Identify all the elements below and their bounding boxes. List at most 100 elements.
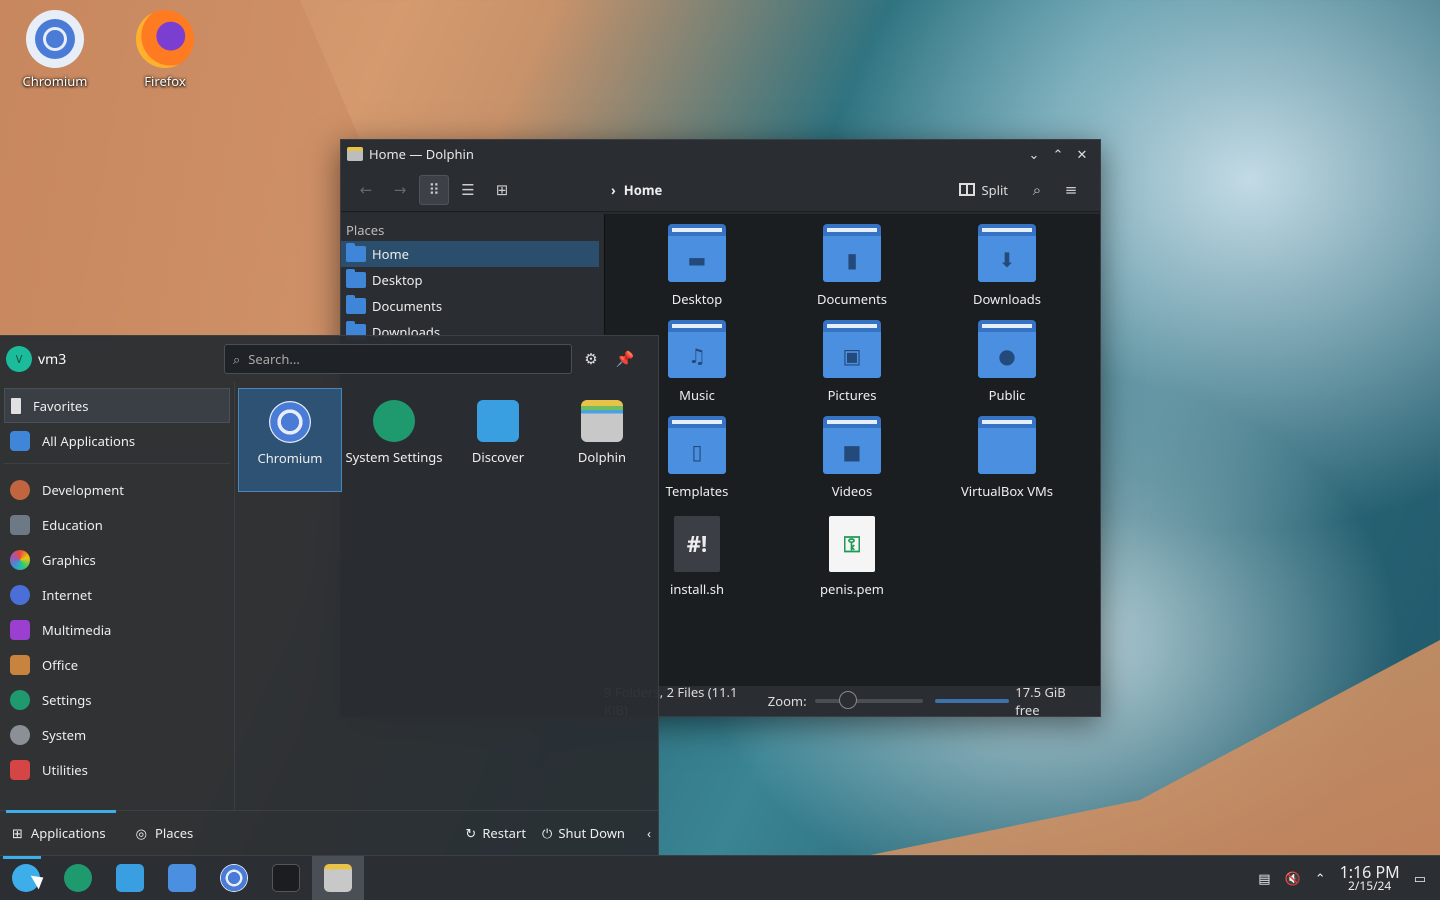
dolphin-app-icon: [347, 147, 363, 161]
file-label: Pictures: [827, 386, 877, 404]
more-power-options-button[interactable]: ‹: [647, 824, 651, 842]
file-item-virtualbox-vms[interactable]: VirtualBox VMs: [947, 416, 1067, 500]
shopping-bag-icon: [477, 400, 519, 442]
file-item-desktop[interactable]: ▬ Desktop: [637, 224, 757, 308]
details-view-button[interactable]: ⊞: [487, 175, 517, 205]
file-item-downloads[interactable]: ⬇ Downloads: [947, 224, 1067, 308]
settings-wrench-icon: [373, 400, 415, 442]
grid-icon: ⊞: [12, 824, 23, 842]
favorite-label: System Settings: [345, 448, 443, 466]
file-item-pem[interactable]: ⚿ penis.pem: [792, 516, 912, 598]
place-label: Desktop: [372, 271, 423, 289]
file-label: VirtualBox VMs: [960, 482, 1054, 500]
taskbar-chromium[interactable]: [208, 856, 260, 900]
category-settings[interactable]: Settings: [4, 682, 230, 717]
category-label: Development: [42, 480, 124, 499]
desktop-icon-chromium[interactable]: Chromium: [10, 10, 100, 90]
forward-button[interactable]: →: [385, 175, 415, 205]
file-item-documents[interactable]: ▮ Documents: [792, 224, 912, 308]
category-label: Education: [42, 515, 103, 534]
favorite-chromium[interactable]: Chromium: [238, 388, 342, 492]
configure-button[interactable]: ⚙: [576, 344, 606, 374]
file-label: Videos: [831, 482, 873, 500]
clipboard-icon[interactable]: ▤: [1258, 869, 1270, 887]
category-all-applications[interactable]: All Applications: [4, 423, 230, 458]
category-system[interactable]: System: [4, 717, 230, 752]
avatar[interactable]: V: [6, 346, 32, 372]
icons-view-button[interactable]: ⠿: [419, 174, 449, 205]
desktop-icon-firefox[interactable]: Firefox: [120, 10, 210, 90]
clock[interactable]: 1:16 PM 2/15/24: [1340, 864, 1400, 892]
category-label: Graphics: [42, 550, 96, 569]
tab-places[interactable]: ◎ Places: [132, 811, 198, 856]
file-view[interactable]: ▬ Desktop ▮ Documents ⬇ Downloads ♫ Music ▣ P…: [604, 214, 1100, 686]
favorite-dolphin[interactable]: Dolphin: [550, 388, 654, 492]
category-utilities[interactable]: Utilities: [4, 752, 230, 787]
favorite-discover[interactable]: Discover: [446, 388, 550, 492]
application-launcher: V vm3 ⌕ Search... ⚙ 📌 Favorites All Appl…: [0, 335, 659, 855]
shutdown-label: Shut Down: [558, 824, 625, 842]
pin-button[interactable]: 📌: [610, 344, 640, 374]
back-button[interactable]: ←: [351, 175, 381, 205]
chevron-left-icon: ‹: [646, 824, 651, 842]
file-item-pictures[interactable]: ▣ Pictures: [792, 320, 912, 404]
breadcrumb[interactable]: › Home: [611, 181, 959, 199]
favorite-system-settings[interactable]: System Settings: [342, 388, 446, 492]
place-item-documents[interactable]: Documents: [341, 293, 599, 319]
breadcrumb-home[interactable]: Home: [624, 181, 663, 199]
restart-button[interactable]: ↻ Restart: [465, 824, 526, 842]
file-label: penis.pem: [820, 580, 884, 598]
search-button[interactable]: ⌕: [1022, 175, 1052, 205]
launcher-button[interactable]: [0, 855, 52, 900]
taskbar-terminal[interactable]: [260, 856, 312, 900]
palette-icon: [10, 549, 30, 570]
taskbar-discover[interactable]: [104, 856, 156, 900]
taskbar: ▤ 🔇 ⌃ 1:16 PM 2/15/24 ▭: [0, 855, 1440, 900]
search-input[interactable]: ⌕ Search...: [224, 344, 572, 374]
tab-applications[interactable]: ⊞ Applications: [6, 809, 116, 856]
place-item-home[interactable]: Home: [341, 241, 599, 267]
maximize-button[interactable]: ⌃: [1046, 145, 1070, 163]
category-internet[interactable]: Internet: [4, 577, 230, 612]
dolphin-app-icon: [581, 400, 623, 442]
window-titlebar[interactable]: Home — Dolphin ⌄ ⌃ ✕: [341, 140, 1100, 168]
taskbar-dolphin[interactable]: [312, 855, 364, 900]
file-label: Downloads: [972, 290, 1042, 308]
category-multimedia[interactable]: Multimedia: [4, 612, 230, 647]
globe-icon: [10, 584, 30, 605]
volume-muted-icon[interactable]: 🔇: [1285, 869, 1301, 887]
folder-icon: [978, 416, 1036, 474]
menu-button[interactable]: ≡: [1056, 175, 1086, 205]
chromium-icon: [26, 10, 84, 68]
place-item-desktop[interactable]: Desktop: [341, 267, 599, 293]
minimize-button[interactable]: ⌄: [1022, 145, 1046, 163]
dolphin-app-icon: [324, 864, 352, 892]
system-tray: ▤ 🔇 ⌃ 1:16 PM 2/15/24 ▭: [1258, 864, 1440, 892]
tree-icon: ⊞: [495, 179, 509, 200]
favorite-label: Chromium: [257, 449, 323, 467]
file-item-public[interactable]: ● Public: [947, 320, 1067, 404]
shutdown-button[interactable]: ⏻ Shut Down: [542, 824, 625, 842]
category-education[interactable]: Education: [4, 507, 230, 542]
chevron-up-icon[interactable]: ⌃: [1315, 869, 1326, 887]
compact-view-button[interactable]: ☰: [453, 175, 483, 205]
zoom-slider[interactable]: [814, 691, 923, 709]
category-development[interactable]: Development: [4, 472, 230, 507]
grid-icon: ⠿: [428, 179, 440, 200]
close-button[interactable]: ✕: [1070, 145, 1094, 163]
zoom-slider-handle[interactable]: [838, 691, 857, 709]
category-office[interactable]: Office: [4, 647, 230, 682]
category-graphics[interactable]: Graphics: [4, 542, 230, 577]
taskbar-system-settings[interactable]: [52, 856, 104, 900]
launcher-footer: ⊞ Applications ◎ Places ↻ Restart ⏻ Shut Dow…: [0, 809, 659, 856]
taskbar-files[interactable]: [156, 856, 208, 900]
user-name: vm3: [38, 349, 67, 369]
disk-capacity-bar: [934, 699, 1010, 703]
category-label: Internet: [42, 585, 92, 604]
split-button[interactable]: Split: [959, 181, 1008, 199]
category-label: Utilities: [42, 760, 88, 779]
place-label: Documents: [372, 297, 443, 315]
show-desktop-icon[interactable]: ▭: [1414, 869, 1426, 887]
category-favorites[interactable]: Favorites: [4, 388, 230, 423]
file-item-videos[interactable]: ■ Videos: [792, 416, 912, 500]
